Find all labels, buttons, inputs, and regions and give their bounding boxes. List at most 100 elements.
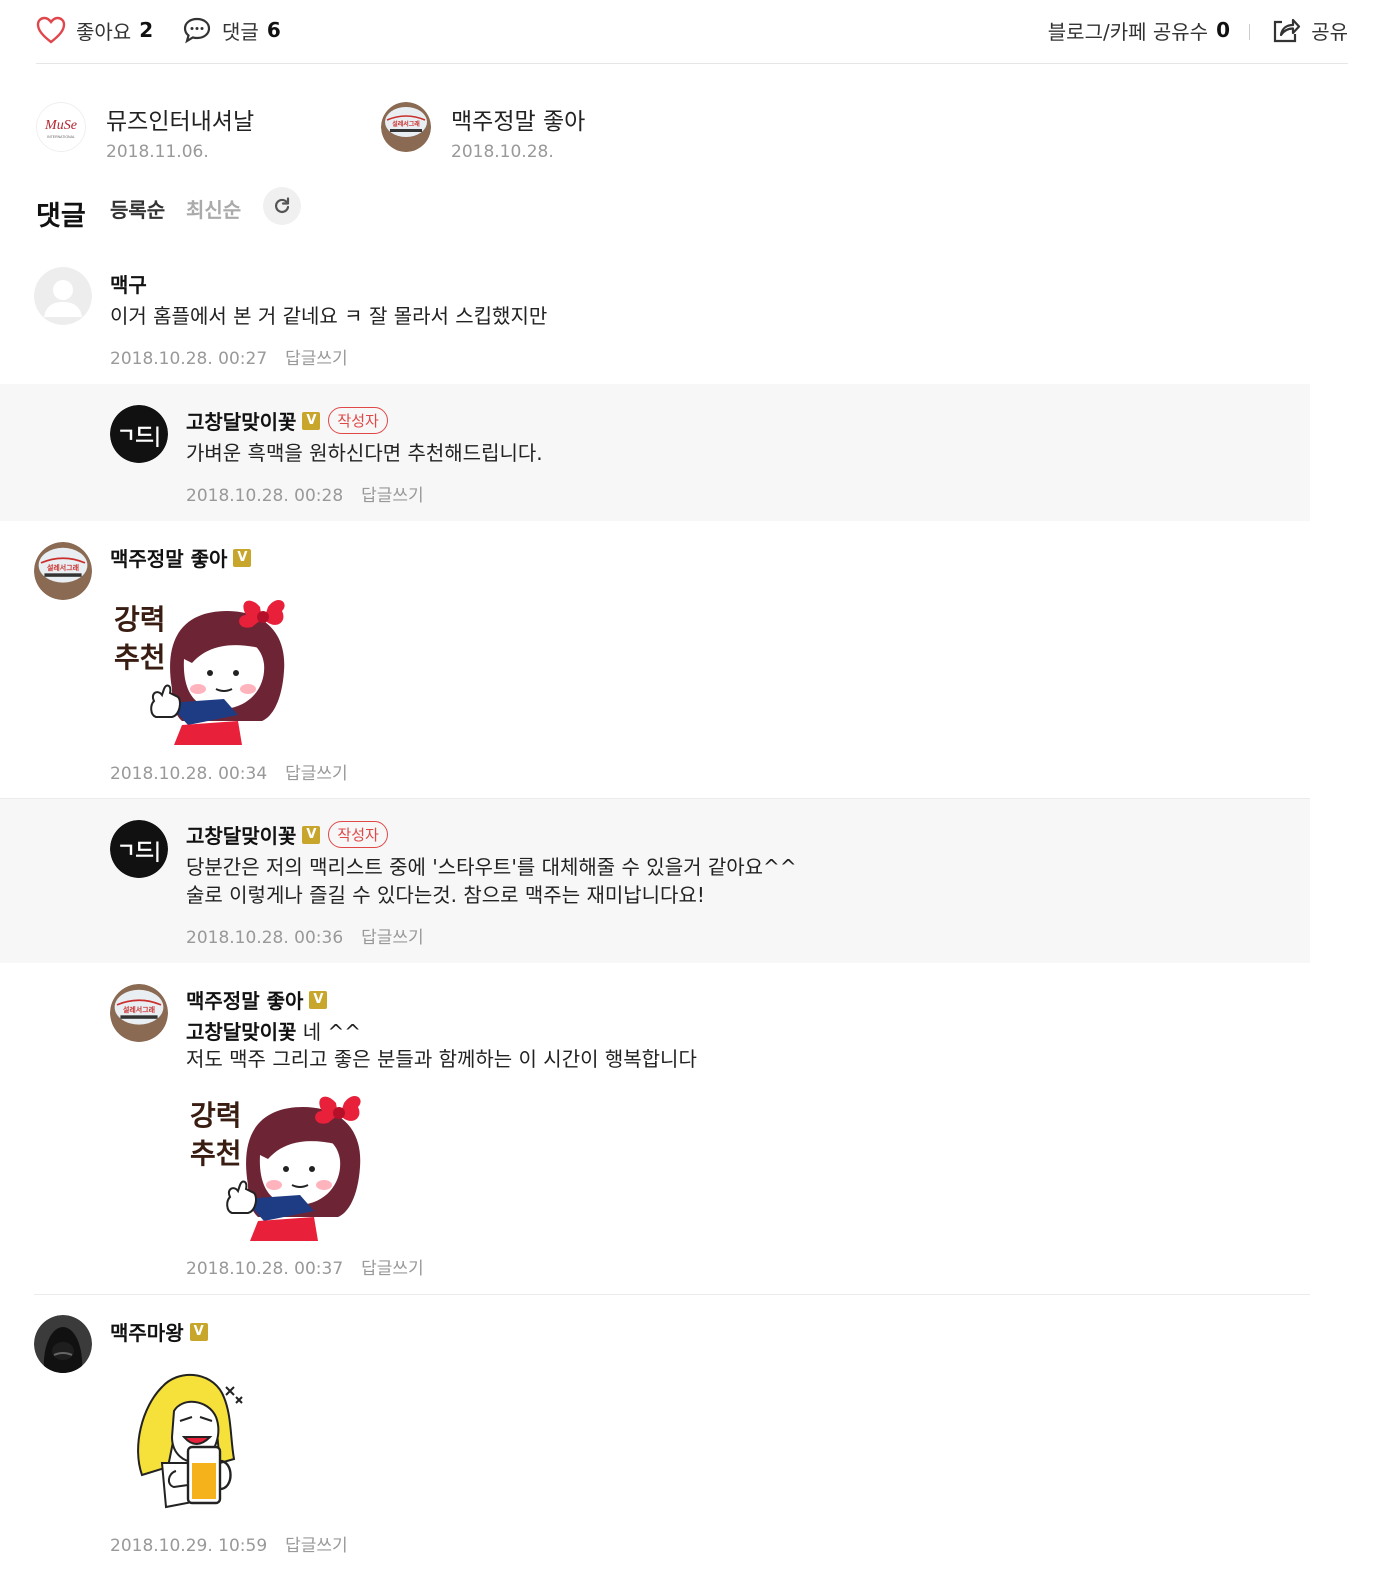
avatar[interactable]: ㄱ드| — [110, 405, 168, 463]
refresh-icon — [275, 197, 290, 214]
like-label: 좋아요 — [76, 19, 132, 44]
svg-text:설레서그래: 설레서그래 — [123, 1005, 155, 1014]
writer-badge: 작성자 — [328, 407, 388, 434]
comment-section-title: 댓글 — [36, 201, 86, 232]
share-count-value: 0 — [1216, 18, 1230, 42]
default-user-icon — [34, 267, 92, 325]
comment-time: 2018.10.29. 10:59 — [110, 1536, 268, 1556]
reply-button[interactable]: 답글쓰기 — [285, 349, 348, 369]
blog-cafe-share-count[interactable]: 블로그/카페 공유수 0 — [1048, 12, 1230, 48]
reply-button[interactable]: 답글쓰기 — [361, 928, 424, 948]
reply-button[interactable]: 답글쓰기 — [361, 1259, 424, 1279]
comment-author[interactable]: 고창달맞이꽃 V 작성자 — [186, 406, 388, 435]
comment-item: 맥구 이거 홈플에서 본 거 같네요 ㅋ 잘 몰라서 스킵했지만 2018.10… — [0, 250, 1310, 384]
comment-time: 2018.10.28. 00:36 — [186, 928, 344, 948]
verified-badge: V — [302, 411, 321, 430]
liker-item[interactable]: MuSe INTERNATIONAL 뮤즈인터내셔날 2018.11.06. — [36, 100, 336, 162]
sticker-text: 강력 — [114, 603, 166, 636]
comment-item: ㄱ드| 고창달맞이꽃 V 작성자 당분간은 저의 맥리스트 중에 '스타우트'를… — [0, 798, 1310, 963]
comment-text: 이거 홈플에서 본 거 같네요 ㅋ 잘 몰라서 스킵했지만 — [110, 304, 548, 328]
reply-button[interactable]: 답글쓰기 — [285, 764, 348, 784]
verified-badge: V — [189, 1322, 208, 1341]
mention-link[interactable]: 고창달맞이꽃 — [186, 1020, 296, 1044]
comment-item: 설레서그래 맥주정말 좋아 V 강력 추천 2018.10.28. 00:34 답… — [0, 521, 1310, 798]
avatar[interactable]: 설레서그래 — [110, 984, 168, 1042]
reply-button[interactable]: 답글쓰기 — [361, 486, 424, 506]
comment-label: 댓글 — [222, 19, 259, 44]
verified-badge: V — [309, 990, 328, 1009]
comment-meta: 2018.10.28. 00:34 답글쓰기 — [110, 759, 348, 784]
avatar-logo-text: MuSe — [44, 118, 77, 133]
liker-name: 뮤즈인터내셔날 — [106, 109, 255, 135]
svg-text:설레서그래: 설레서그래 — [47, 563, 79, 572]
avatar-beer-text: 설레서그래 — [392, 120, 420, 128]
share-icon — [1274, 18, 1301, 43]
sort-latest-button[interactable]: 최신순 — [186, 194, 241, 223]
sticker-text: 강력 — [190, 1099, 242, 1132]
avatar[interactable] — [34, 267, 92, 325]
heart-icon — [36, 16, 66, 44]
comment-time: 2018.10.28. 00:37 — [186, 1259, 344, 1279]
avatar[interactable]: 설레서그래 — [34, 542, 92, 600]
share-label: 공유 — [1311, 19, 1348, 44]
avatar: 설레서그래 — [381, 102, 431, 152]
comment-item: ㄱ드| 고창달맞이꽃 V 작성자 가벼운 흑맥을 원하신다면 추천해드립니다. … — [0, 384, 1310, 521]
avatar-beer-fest: 설레서그래 — [110, 984, 168, 1042]
comment-text-line: 저도 맥주 그리고 좋은 분들과 함께하는 이 시간이 행복합니다 — [186, 1047, 697, 1071]
comment-text-line: 당분간은 저의 맥리스트 중에 '스타우트'를 대체해줄 수 있을거 같아요^^ — [186, 855, 797, 879]
comment-author[interactable]: 고창달맞이꽃 V 작성자 — [186, 820, 388, 849]
avatar-gochang-logo: ㄱ드| — [110, 820, 168, 878]
refresh-button[interactable] — [263, 187, 301, 225]
comment-item: 맥주마왕 V 2018.10.29. 10:59 답글쓰기 — [34, 1294, 1310, 1583]
share-count-label: 블로그/카페 공유수 — [1047, 19, 1209, 44]
comment-text-line: 술로 이렇게나 즐길 수 있다는것. 참으로 맥주는 재미납니다요! — [186, 883, 705, 907]
speech-bubble-icon — [183, 17, 211, 44]
comment-item: 설레서그래 맥주정말 좋아 V 고창달맞이꽃 네 ^^ 저도 맥주 그리고 좋은… — [0, 963, 1310, 1294]
comment-text-line: 고창달맞이꽃 네 ^^ — [186, 1020, 362, 1044]
verified-badge: V — [302, 825, 321, 844]
avatar-logo-subtext: INTERNATIONAL — [47, 135, 75, 139]
liker-name: 맥주정말 좋아 — [451, 109, 586, 135]
comment-meta: 2018.10.28. 00:37 답글쓰기 — [186, 1254, 424, 1279]
comment-header: 댓글 등록순 최신순 — [36, 186, 436, 232]
comment-meta: 2018.10.28. 00:36 답글쓰기 — [186, 923, 424, 948]
avatar: MuSe INTERNATIONAL — [36, 102, 86, 152]
verified-badge: V — [233, 548, 252, 567]
comment-time: 2018.10.28. 00:28 — [186, 486, 344, 506]
hooded-figure-avatar — [34, 1315, 92, 1373]
comment-toggle-button[interactable]: 댓글 6 — [182, 12, 281, 48]
sticker-beer-cheers — [122, 1367, 252, 1517]
writer-badge: 작성자 — [328, 821, 388, 848]
comment-meta: 2018.10.28. 00:28 답글쓰기 — [186, 481, 424, 506]
sticker-recommend: 강력 추천 — [112, 589, 297, 749]
comment-time: 2018.10.28. 00:34 — [110, 764, 268, 784]
sticker-text: 추천 — [114, 641, 166, 674]
comment-count: 6 — [266, 18, 281, 42]
avatar-beer-fest: 설레서그래 — [34, 542, 92, 600]
sort-registered-button[interactable]: 등록순 — [110, 194, 165, 223]
avatar-logo-text: ㄱ드| — [117, 423, 161, 447]
avatar-gochang-logo: ㄱ드| — [110, 405, 168, 463]
comment-meta: 2018.10.28. 00:27 답글쓰기 — [110, 344, 348, 369]
liker-item[interactable]: 설레서그래 맥주정말 좋아 2018.10.28. — [381, 100, 681, 162]
comment-text: 가벼운 흑맥을 원하신다면 추천해드립니다. — [186, 441, 543, 465]
comment-author[interactable]: 맥주정말 좋아 V — [186, 985, 328, 1014]
avatar[interactable]: ㄱ드| — [110, 820, 168, 878]
post-action-bar: 좋아요 2 댓글 6 블로그/카페 공유수 0 공유 — [36, 0, 1348, 64]
like-count: 2 — [139, 18, 154, 42]
liker-date: 2018.10.28. — [451, 142, 554, 162]
comment-meta: 2018.10.29. 10:59 답글쓰기 — [110, 1531, 348, 1556]
reply-button[interactable]: 답글쓰기 — [285, 1536, 348, 1556]
comment-author[interactable]: 맥주정말 좋아 V — [110, 543, 252, 572]
avatar-logo-text: ㄱ드| — [117, 838, 161, 862]
divider — [1249, 24, 1250, 40]
sticker-text: 추천 — [190, 1137, 242, 1170]
comment-time: 2018.10.28. 00:27 — [110, 349, 268, 369]
liker-date: 2018.11.06. — [106, 142, 209, 162]
comment-author[interactable]: 맥주마왕 V — [110, 1317, 208, 1346]
comment-author[interactable]: 맥구 — [110, 269, 147, 298]
like-button[interactable]: 좋아요 2 — [36, 12, 153, 48]
share-button[interactable]: 공유 — [1271, 12, 1348, 48]
sticker-recommend: 강력 추천 — [188, 1085, 373, 1245]
avatar[interactable] — [34, 1315, 92, 1373]
